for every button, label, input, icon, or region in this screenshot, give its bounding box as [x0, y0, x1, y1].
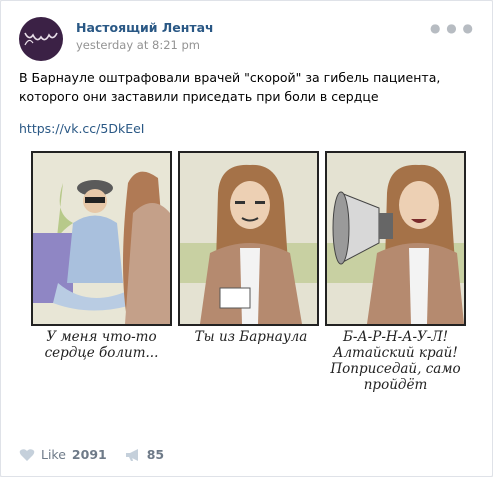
- like-count: 2091: [71, 447, 107, 462]
- more-options-icon[interactable]: ● ● ●: [430, 21, 474, 35]
- comic-caption-3: Б-А-Р-Н-А-У-Л! Алтайский край! Поприседа…: [330, 329, 461, 393]
- post-link[interactable]: https://vk.cc/5DkEeI: [19, 121, 144, 136]
- share-button[interactable]: 85: [125, 447, 164, 462]
- like-label: Like: [41, 447, 66, 462]
- share-count: 85: [146, 447, 165, 462]
- like-button[interactable]: Like 2091: [19, 447, 107, 462]
- comic-caption-1: У меня что-то сердце болит...: [44, 329, 159, 361]
- post-text: В Барнауле оштрафовали врачей "скорой" з…: [19, 70, 441, 104]
- logo-icon: [24, 32, 58, 46]
- avatar[interactable]: [19, 17, 63, 61]
- author-name[interactable]: Настоящий Лентач: [76, 20, 214, 35]
- comic-caption-2: Ты из Барнаула: [194, 329, 308, 345]
- heart-icon: [19, 448, 35, 461]
- comic-panel-2: [178, 151, 319, 326]
- post-time[interactable]: yesterday at 8:21 pm: [76, 38, 200, 52]
- post-actions: Like 2091 85: [19, 447, 164, 462]
- megaphone-icon: [125, 448, 138, 461]
- comic-panel-1: [31, 151, 172, 326]
- post-card: Настоящий Лентач yesterday at 8:21 pm ● …: [0, 0, 493, 477]
- comic-image[interactable]: У меня что-то сердце болит... Ты из Барн…: [31, 151, 466, 396]
- comic-panel-3: [325, 151, 466, 326]
